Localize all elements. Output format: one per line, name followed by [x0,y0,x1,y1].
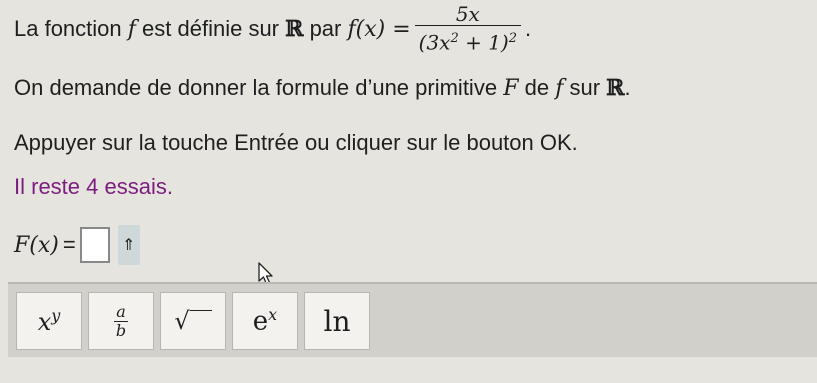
answer-row: F(x) = ⇑ [14,225,140,265]
reals-symbol: ℝ [285,16,304,42]
exp-exponent: x [268,305,278,325]
exponent-toggle-button[interactable]: ⇑ [117,225,140,265]
sqrt-symbol: √ [174,307,190,335]
problem-statement: La fonction f est définie sur ℝ par f(x)… [14,0,531,58]
power-icon: xy [38,306,61,336]
question-text-b: de [524,75,550,100]
sqrt-overline [189,310,212,311]
ln-button[interactable]: ln [304,292,370,350]
question-text-c: sur [569,75,601,100]
power-button[interactable]: xy [16,292,82,350]
answer-equals: = [62,232,76,257]
reals-symbol-2: ℝ [606,75,625,101]
question-text: On demande de donner la formule d’une pr… [14,75,631,101]
power-exponent: y [51,306,61,325]
double-up-arrow-icon: ⇑ [122,237,136,254]
fraction-button[interactable]: a b [88,292,154,350]
denominator-outer-exponent: 2 [508,30,518,46]
problem-end-punctuation: . [525,16,532,41]
fraction-denominator: (3x2 + 1)2 [415,26,521,56]
exp-base: e [252,306,269,337]
fraction-key-numerator: a [116,301,126,321]
function-definition-lhs: f(x) = [347,16,411,42]
attempts-remaining: Il reste 4 essais. [14,174,173,199]
function-fraction: 5x (3x2 + 1)2 [414,1,522,56]
denominator-base: (3x [418,30,451,55]
sqrt-icon: √ [174,307,212,335]
function-symbol-2: f [555,76,564,101]
problem-intro-text: La fonction [14,16,122,41]
question-end-punctuation: . [624,75,631,100]
question-text-a: On demande de donner la formule d’une pr… [14,75,498,100]
problem-par-text: par [309,16,342,41]
denominator-tail: + 1) [458,30,509,55]
instruction-text: Appuyer sur la touche Entrée ou cliquer … [14,130,578,155]
answer-label: F(x) [14,232,59,258]
problem-middle-text: est définie sur [142,16,280,41]
exp-icon: ex [253,305,277,337]
fraction-icon: a b [114,301,128,340]
exp-button[interactable]: ex [232,292,298,350]
fraction-numerator: 5x [455,1,480,26]
math-keyboard: xy a b √ ex ln [8,282,817,357]
fraction-key-denominator: b [115,320,127,340]
answer-input[interactable] [79,227,110,263]
ln-icon: ln [323,304,351,338]
primitive-symbol: F [503,76,519,101]
power-base: x [37,308,52,336]
denominator-inner-exponent: 2 [450,30,459,46]
sqrt-button[interactable]: √ [160,292,226,350]
function-symbol: f [127,16,136,42]
